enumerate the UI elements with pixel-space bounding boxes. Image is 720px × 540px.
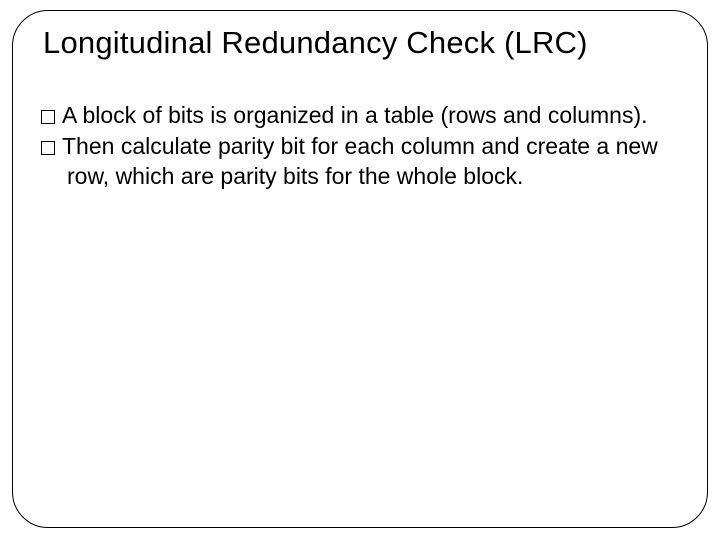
- slide-body: A block of bits is organized in a table …: [41, 101, 679, 191]
- slide-frame: Longitudinal Redundancy Check (LRC) A bl…: [12, 10, 708, 528]
- slide-title: Longitudinal Redundancy Check (LRC): [43, 25, 679, 61]
- slide: Longitudinal Redundancy Check (LRC) A bl…: [0, 0, 720, 540]
- square-bullet-icon: [41, 110, 55, 124]
- square-bullet-icon: [41, 141, 55, 155]
- bullet-text: Then calculate parity bit for each colum…: [62, 133, 658, 188]
- bullet-item: A block of bits is organized in a table …: [41, 101, 679, 130]
- bullet-item: Then calculate parity bit for each colum…: [41, 132, 679, 191]
- bullet-text: A block of bits is organized in a table …: [62, 102, 648, 128]
